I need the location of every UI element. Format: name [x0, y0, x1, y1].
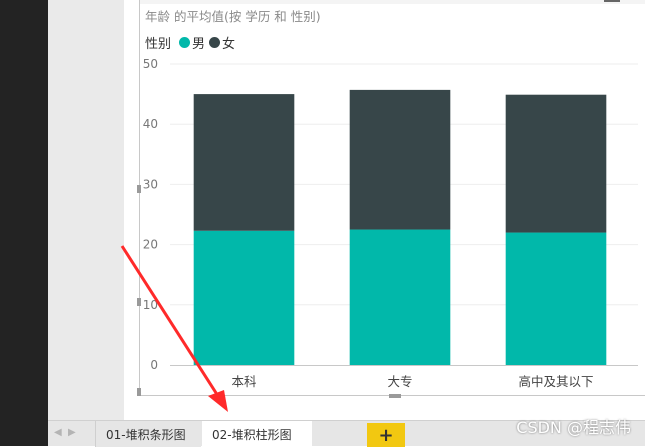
tab-label: 01-堆积条形图 — [106, 427, 186, 442]
x-tick-label: 高中及其以下 — [518, 374, 593, 389]
y-tick-label: 50 — [143, 57, 158, 71]
bar-male-2 — [505, 232, 607, 365]
stacked-column-chart: 0 10 20 30 40 50 本科 大专 高中及其以下 — [143, 57, 638, 389]
y-tick-label: 30 — [143, 177, 158, 191]
watermark: CSDN @程志伟 — [516, 418, 631, 437]
add-page-button[interactable]: + — [367, 423, 405, 447]
y-tick-label: 40 — [143, 117, 158, 131]
bar-female-2 — [505, 94, 607, 233]
bar-female-0 — [193, 94, 295, 231]
x-tick-label: 大专 — [387, 374, 412, 389]
x-tick-label: 本科 — [231, 374, 257, 389]
bar-male-1 — [349, 229, 451, 365]
tab-page-01[interactable]: 01-堆积条形图 — [95, 421, 201, 447]
prev-page-icon[interactable]: ◀ — [54, 427, 62, 438]
bar-male-0 — [193, 230, 295, 365]
plus-icon: + — [378, 424, 394, 446]
bar-female-1 — [349, 89, 451, 230]
y-tick-label: 20 — [143, 238, 158, 252]
y-tick-label: 10 — [143, 298, 158, 312]
next-page-icon[interactable]: ▶ — [68, 427, 76, 438]
y-tick-label: 0 — [150, 358, 158, 372]
tab-page-02[interactable]: 02-堆积柱形图 — [202, 421, 312, 447]
tab-label: 02-堆积柱形图 — [212, 428, 292, 442]
